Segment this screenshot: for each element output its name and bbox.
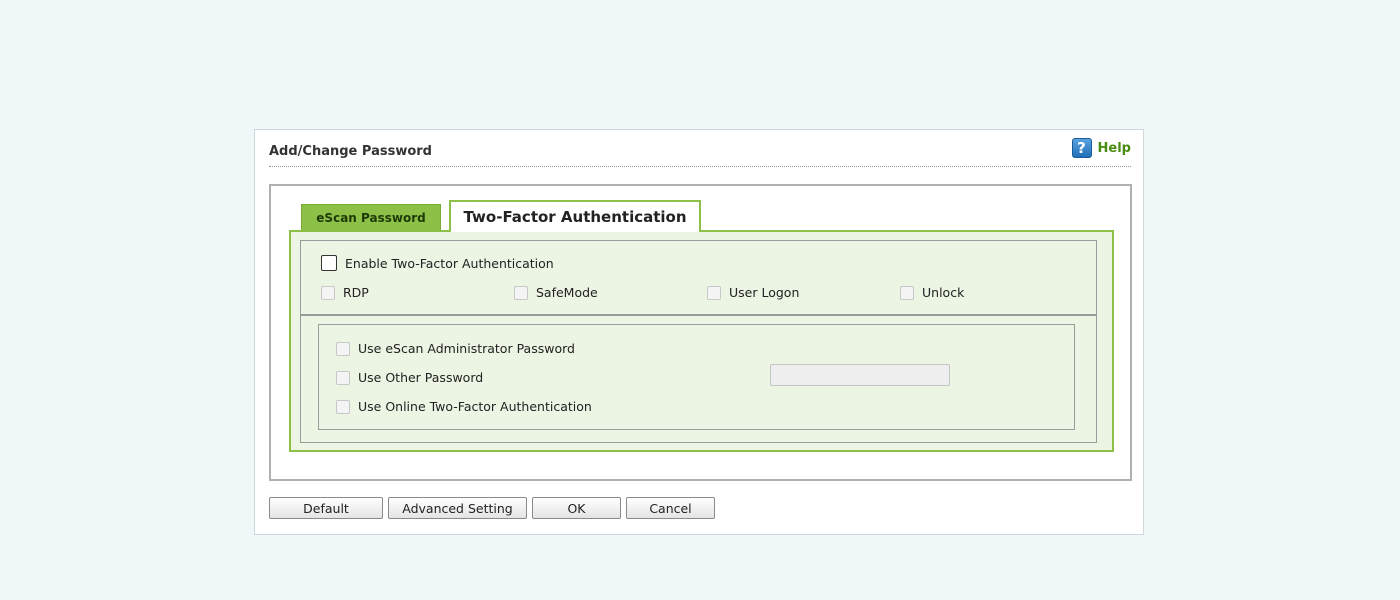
two-factor-panel: Enable Two-Factor Authentication RDP Saf…	[289, 230, 1114, 452]
help-link[interactable]: ? Help	[1071, 138, 1131, 158]
password-option-online[interactable]: Use Online Two-Factor Authentication	[336, 399, 592, 414]
admin-password-label: Use eScan Administrator Password	[358, 341, 575, 356]
tab-two-factor-authentication[interactable]: Two-Factor Authentication	[449, 200, 701, 232]
online-two-factor-label: Use Online Two-Factor Authentication	[358, 399, 592, 414]
enable-two-factor-checkbox[interactable]	[321, 255, 337, 271]
safemode-label: SafeMode	[536, 285, 598, 300]
online-two-factor-checkbox[interactable]	[336, 399, 350, 414]
password-method-group: Use eScan Administrator Password Use Oth…	[300, 316, 1097, 443]
add-change-password-dialog: Add/Change Password ? Help eScan Passwor…	[254, 129, 1144, 535]
unlock-label: Unlock	[922, 285, 965, 300]
cancel-button[interactable]: Cancel	[626, 497, 715, 519]
enable-group: Enable Two-Factor Authentication RDP Saf…	[300, 240, 1097, 316]
password-options-box: Use eScan Administrator Password Use Oth…	[318, 324, 1075, 430]
tab-escan-password[interactable]: eScan Password	[301, 204, 441, 231]
other-password-input[interactable]	[770, 364, 950, 386]
password-option-other[interactable]: Use Other Password	[336, 370, 483, 385]
rdp-checkbox[interactable]	[321, 285, 335, 300]
logon-option-safemode[interactable]: SafeMode	[514, 285, 598, 300]
admin-password-checkbox[interactable]	[336, 341, 350, 356]
title-divider	[269, 166, 1131, 167]
user-logon-label: User Logon	[729, 285, 800, 300]
safemode-checkbox[interactable]	[514, 285, 528, 300]
enable-two-factor-row[interactable]: Enable Two-Factor Authentication	[321, 255, 554, 271]
tab-container: eScan Password Two-Factor Authentication…	[269, 184, 1132, 481]
rdp-label: RDP	[343, 285, 369, 300]
ok-button[interactable]: OK	[532, 497, 621, 519]
default-button[interactable]: Default	[269, 497, 383, 519]
advanced-setting-button[interactable]: Advanced Setting	[388, 497, 527, 519]
help-label[interactable]: Help	[1098, 141, 1131, 156]
unlock-checkbox[interactable]	[900, 285, 914, 300]
logon-option-user-logon[interactable]: User Logon	[707, 285, 799, 300]
dialog-title: Add/Change Password	[269, 144, 432, 159]
logon-option-unlock[interactable]: Unlock	[900, 285, 964, 300]
user-logon-checkbox[interactable]	[707, 285, 721, 300]
other-password-checkbox[interactable]	[336, 370, 350, 385]
password-option-admin[interactable]: Use eScan Administrator Password	[336, 341, 575, 356]
question-mark-icon[interactable]: ?	[1071, 138, 1092, 158]
logon-option-rdp[interactable]: RDP	[321, 285, 369, 300]
other-password-label: Use Other Password	[358, 370, 484, 385]
button-bar: Default Advanced Setting OK Cancel	[269, 497, 715, 519]
enable-two-factor-label: Enable Two-Factor Authentication	[345, 255, 554, 271]
